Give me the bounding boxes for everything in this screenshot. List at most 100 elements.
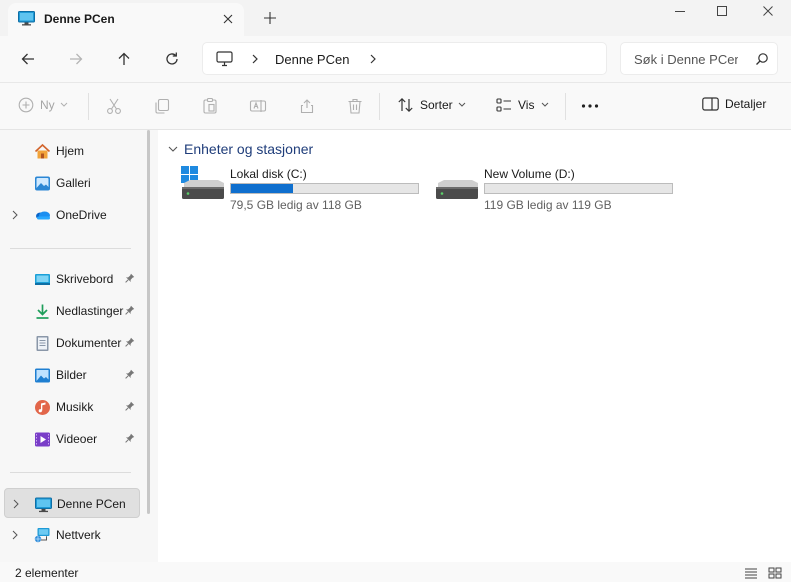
sidebar-divider [10, 472, 131, 473]
minimize-icon[interactable] [668, 2, 692, 20]
pin-icon[interactable] [125, 369, 135, 380]
sidebar-item-documents[interactable]: Dokumenter [4, 328, 140, 358]
tab-denne-pcen[interactable]: Denne PCen [8, 3, 244, 36]
drive-free-space: 119 GB ledig av 119 GB [484, 198, 612, 212]
status-bar: 2 elementer [0, 562, 791, 582]
system-drive-icon [180, 166, 226, 204]
documents-icon [34, 335, 51, 352]
chevron-down-icon [60, 102, 68, 108]
file-view: Enheter og stasjoner Lokal disk (C:) 79,… [158, 130, 791, 562]
address-bar[interactable]: Denne PCen [202, 42, 607, 75]
search-box[interactable]: Søk i Denne PCen [620, 42, 778, 75]
pictures-icon [34, 367, 51, 384]
command-bar: Ny Sorter Vis Detaljer [0, 82, 791, 130]
home-icon [34, 143, 51, 160]
sort-label: Sorter [420, 98, 453, 112]
sort-button[interactable]: Sorter [397, 97, 466, 113]
chevron-right-icon[interactable] [369, 54, 377, 64]
chevron-down-icon [458, 102, 466, 108]
item-count: 2 elementer [15, 566, 79, 580]
back-arrow-icon[interactable] [17, 48, 39, 70]
paste-icon[interactable] [201, 97, 219, 115]
up-arrow-icon[interactable] [113, 48, 135, 70]
pin-icon[interactable] [125, 401, 135, 412]
more-options-icon[interactable] [581, 103, 599, 109]
chevron-right-icon[interactable] [251, 54, 259, 64]
sidebar-item-this-pc[interactable]: Denne PCen [4, 488, 140, 518]
close-window-icon[interactable] [756, 2, 780, 20]
view-button[interactable]: Vis [496, 97, 549, 113]
desktop-folder-icon [34, 271, 51, 288]
pin-icon[interactable] [125, 337, 135, 348]
breadcrumb-item[interactable]: Denne PCen [275, 52, 349, 67]
separator [565, 93, 566, 120]
close-tab-icon[interactable] [221, 12, 235, 26]
sidebar-divider [10, 248, 131, 249]
group-header[interactable]: Enheter og stasjoner [168, 141, 313, 157]
pin-icon[interactable] [125, 273, 135, 284]
separator [379, 93, 380, 120]
sidebar-item-music[interactable]: Musikk [4, 392, 140, 422]
search-icon[interactable] [755, 52, 769, 66]
monitor-icon [216, 51, 233, 67]
separator [88, 93, 89, 120]
details-view-icon[interactable] [744, 567, 758, 579]
music-icon [34, 399, 51, 416]
gallery-icon [34, 175, 51, 192]
sidebar-item-desktop[interactable]: Skrivebord [4, 264, 140, 294]
rename-icon[interactable] [249, 97, 267, 115]
sidebar-item-gallery[interactable]: Galleri [4, 168, 140, 198]
navigation-bar: Denne PCen Søk i Denne PCen [0, 36, 791, 82]
search-placeholder[interactable]: Søk i Denne PCen [634, 52, 738, 67]
onedrive-icon [34, 207, 51, 224]
forward-arrow-icon[interactable] [65, 48, 87, 70]
drive-usage-bar [230, 183, 419, 194]
details-label: Detaljer [725, 97, 767, 111]
sidebar-item-onedrive[interactable]: OneDrive [4, 200, 140, 230]
sort-arrows-icon [397, 97, 414, 113]
chevron-right-icon[interactable] [13, 499, 19, 509]
cut-icon[interactable] [105, 97, 123, 115]
network-icon [34, 527, 51, 544]
tiles-view-icon[interactable] [768, 567, 782, 579]
sidebar-item-downloads[interactable]: Nedlastinger [4, 296, 140, 326]
details-pane-button[interactable]: Detaljer [702, 97, 766, 111]
monitor-icon [35, 496, 52, 513]
drive-free-space: 79,5 GB ledig av 118 GB [230, 198, 362, 212]
drive-tile[interactable]: Lokal disk (C:) 79,5 GB ledig av 118 GB [180, 166, 430, 216]
monitor-icon [18, 11, 35, 26]
drive-icon [434, 166, 480, 204]
drive-tile[interactable]: New Volume (D:) 119 GB ledig av 119 GB [434, 166, 684, 216]
view-list-icon [496, 97, 512, 113]
sidebar-item-videos[interactable]: Videoer [4, 424, 140, 454]
downloads-icon [34, 303, 51, 320]
chevron-right-icon[interactable] [12, 210, 18, 220]
pin-icon[interactable] [125, 433, 135, 444]
sidebar-item-pictures[interactable]: Bilder [4, 360, 140, 390]
sidebar-item-home[interactable]: Hjem [4, 136, 140, 166]
tab-title: Denne PCen [44, 12, 115, 26]
chevron-right-icon[interactable] [12, 530, 18, 540]
navigation-pane: Hjem Galleri OneDrive Skrivebord Nedlast… [0, 130, 158, 562]
group-title: Enheter og stasjoner [184, 141, 314, 157]
drive-usage-bar [484, 183, 673, 194]
delete-icon[interactable] [346, 97, 364, 115]
new-button[interactable]: Ny [18, 97, 68, 113]
pin-icon[interactable] [125, 305, 135, 316]
plus-circle-icon [18, 97, 34, 113]
new-tab-icon[interactable] [263, 11, 277, 25]
videos-icon [34, 431, 51, 448]
maximize-icon[interactable] [710, 2, 734, 20]
title-bar: Denne PCen [0, 0, 791, 36]
share-icon[interactable] [298, 97, 316, 115]
details-pane-icon [702, 97, 719, 111]
sidebar-scrollbar[interactable] [147, 130, 150, 514]
drive-name: Lokal disk (C:) [230, 167, 307, 181]
view-label: Vis [518, 98, 535, 112]
chevron-down-icon [541, 102, 549, 108]
chevron-down-icon [168, 146, 178, 153]
sidebar-item-network[interactable]: Nettverk [4, 520, 140, 550]
refresh-icon[interactable] [161, 48, 183, 70]
drive-usage-fill [231, 184, 293, 193]
copy-icon[interactable] [153, 97, 171, 115]
